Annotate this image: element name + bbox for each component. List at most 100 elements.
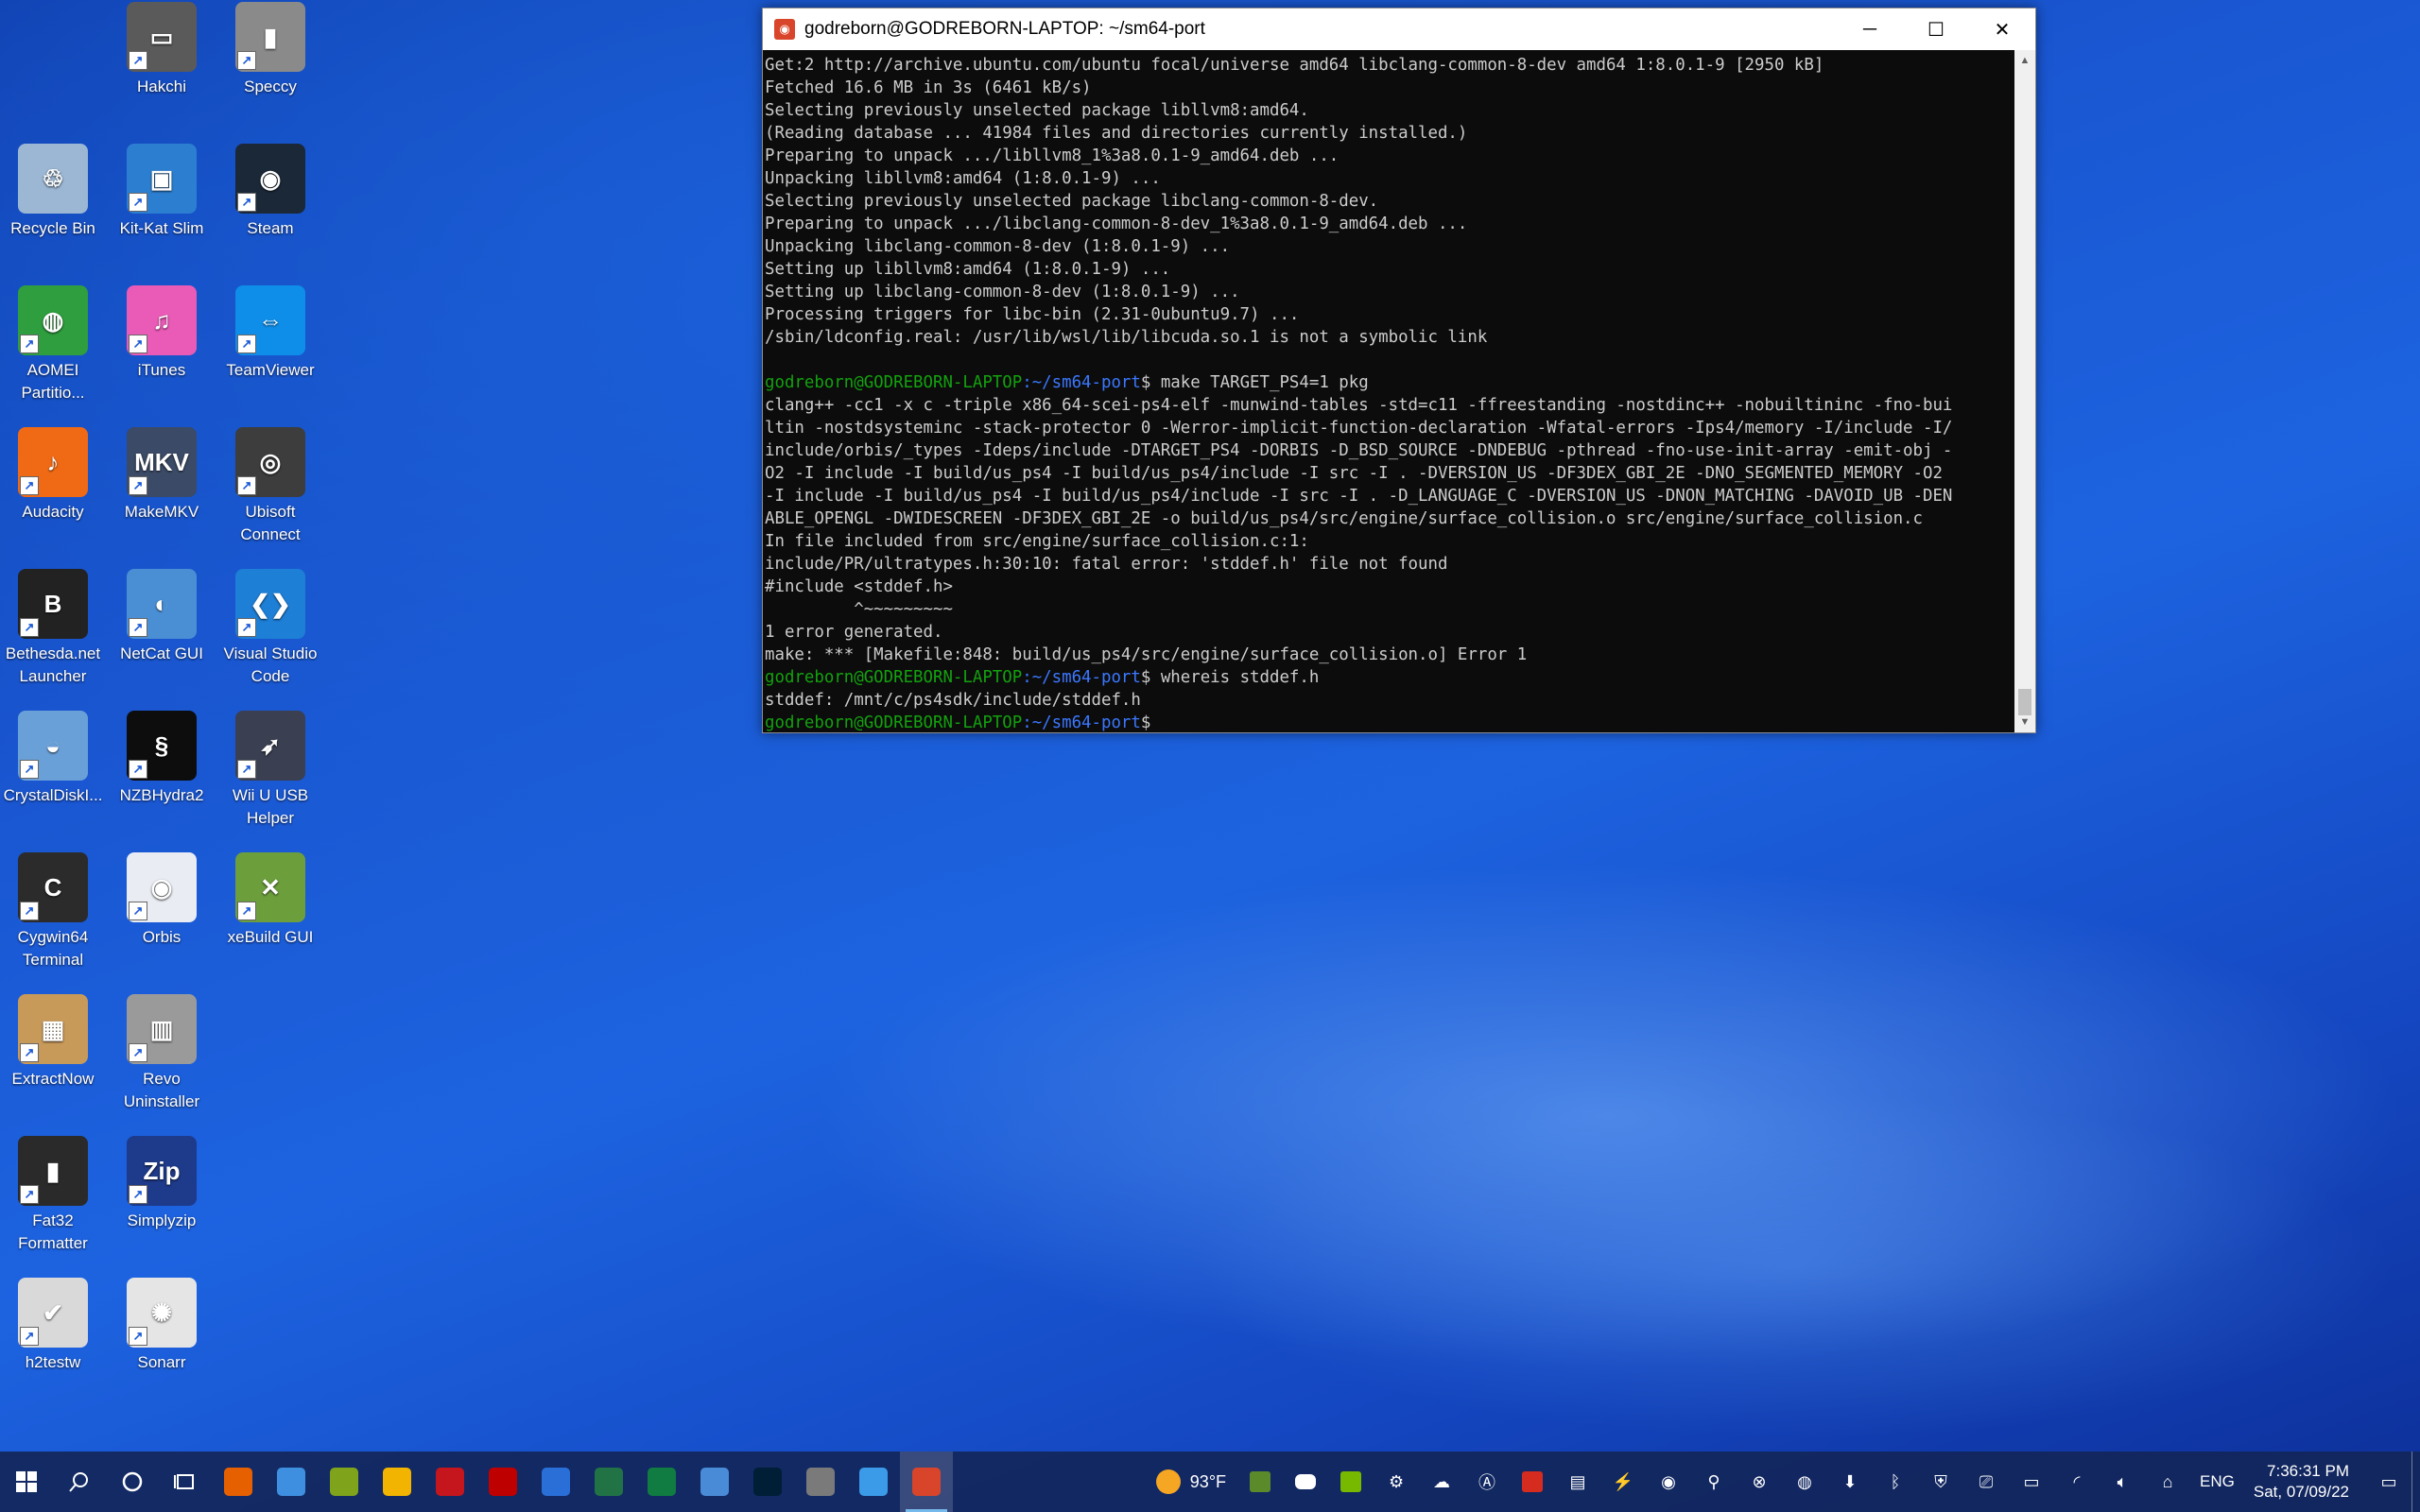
taskbar-app-green-sheet[interactable] xyxy=(635,1452,688,1512)
tray-gear-icon[interactable]: ⚙ xyxy=(1374,1452,1419,1512)
start-button[interactable] xyxy=(0,1452,53,1512)
desktop-icon-label: Ubisoft Connect xyxy=(240,503,301,543)
desktop-icon-itunes[interactable]: ♫ ↗ iTunes xyxy=(109,285,215,382)
desktop-icon-makemkv[interactable]: MKV ↗ MakeMKV xyxy=(109,427,215,524)
tray-device-icon[interactable]: ⎚ xyxy=(1963,1452,2009,1512)
tray-red-icon[interactable] xyxy=(1510,1452,1555,1512)
discord-icon[interactable] xyxy=(1283,1452,1328,1512)
app-green-sheet-icon xyxy=(648,1468,676,1496)
desktop-icon-teamviewer[interactable]: ⇔ ↗ TeamViewer xyxy=(217,285,323,382)
tray-pin-icon[interactable]: ⚲ xyxy=(1691,1452,1737,1512)
desktop-icon-orbis[interactable]: ◉ ↗ Orbis xyxy=(109,852,215,949)
download-icon[interactable]: ⬇ xyxy=(1827,1452,1873,1512)
desktop-icon-wii-u-usb-helper[interactable]: ➶ ↗ Wii U USB Helper xyxy=(217,711,323,830)
desktop-icon-sonarr[interactable]: ✺ ↗ Sonarr xyxy=(109,1278,215,1374)
taskbar-app-blue-arrow[interactable] xyxy=(847,1452,900,1512)
desktop-icon-revo-uninstaller[interactable]: ▥ ↗ Revo Uninstaller xyxy=(109,994,215,1113)
shortcut-arrow-icon: ↗ xyxy=(20,760,39,779)
taskbar-photoshop[interactable] xyxy=(741,1452,794,1512)
search-icon xyxy=(69,1472,88,1492)
taskbar-chrome[interactable] xyxy=(371,1452,424,1512)
title-bar[interactable]: ◉ godreborn@GODREBORN-LAPTOP: ~/sm64-por… xyxy=(763,9,2035,50)
taskbar-explorer[interactable] xyxy=(265,1452,318,1512)
desktop-icon-cygwin64-terminal[interactable]: C ↗ Cygwin64 Terminal xyxy=(0,852,106,971)
netcat-gui-icon: ◐ ↗ xyxy=(127,569,197,639)
desktop-icon-netcat-gui[interactable]: ◐ ↗ NetCat GUI xyxy=(109,569,215,665)
cortana-button[interactable] xyxy=(106,1452,159,1512)
task-view-icon xyxy=(174,1474,194,1489)
taskbar-app-blue-window[interactable] xyxy=(529,1452,582,1512)
task-view-button[interactable] xyxy=(159,1452,212,1512)
prompt-path: :~/sm64-port xyxy=(1022,668,1141,687)
desktop-icon-extractnow[interactable]: ▦ ↗ ExtractNow xyxy=(0,994,106,1091)
taskbar: 93°F ⚙ ☁ Ⓐ ▤ ⚡ ◉ ⚲ ⊗ ◍ ⬇ ᛒ ⛨ ⎚ ▭ ◜ 🔈︎ ⌂ … xyxy=(0,1452,2420,1512)
tray-app-icon[interactable] xyxy=(1237,1452,1283,1512)
app-blue-window-icon xyxy=(542,1468,570,1496)
excel-icon xyxy=(595,1468,623,1496)
desktop-icon-nzbhydra2[interactable]: § ↗ NZBHydra2 xyxy=(109,711,215,807)
scroll-down-arrow-icon[interactable]: ▼ xyxy=(2014,712,2035,732)
lightning-icon[interactable]: ⚡ xyxy=(1600,1452,1646,1512)
tray-a-icon[interactable]: Ⓐ xyxy=(1464,1452,1510,1512)
battery-icon[interactable]: ▭ xyxy=(2009,1452,2054,1512)
desktop-icon-label: Cygwin64 Terminal xyxy=(17,928,89,969)
desktop-icon-hakchi[interactable]: ▭ ↗ Hakchi xyxy=(109,2,215,98)
desktop-icon-fat32-formatter[interactable]: ▮ ↗ Fat32 Formatter xyxy=(0,1136,106,1255)
desktop-icon-visual-studio-code[interactable]: ❮❯ ↗ Visual Studio Code xyxy=(217,569,323,688)
scroll-up-arrow-icon[interactable]: ▲ xyxy=(2014,50,2035,71)
visual-studio-code-icon: ❮❯ ↗ xyxy=(235,569,305,639)
printer-icon[interactable]: ▤ xyxy=(1555,1452,1600,1512)
onedrive-icon[interactable]: ☁ xyxy=(1419,1452,1464,1512)
wifi-icon[interactable]: ◜ xyxy=(2054,1452,2100,1512)
weather-widget[interactable]: 93°F xyxy=(1145,1469,1237,1494)
ubuntu-terminal-icon xyxy=(912,1468,941,1496)
desktop-icon-crystaldiski[interactable]: ◒ ↗ CrystalDiskI... xyxy=(0,711,106,807)
clock[interactable]: 7:36:31 PM Sat, 07/09/22 xyxy=(2244,1461,2366,1503)
search-button[interactable] xyxy=(53,1452,106,1512)
desktop-icon-speccy[interactable]: ▮ ↗ Speccy xyxy=(217,2,323,98)
taskbar-firefox[interactable] xyxy=(212,1452,265,1512)
minimize-button[interactable]: ─ xyxy=(1837,9,1903,50)
notifications-icon[interactable]: ▭ xyxy=(2366,1452,2411,1512)
shortcut-arrow-icon: ↗ xyxy=(237,476,256,495)
taskbar-ubuntu-terminal[interactable] xyxy=(900,1452,953,1512)
shortcut-arrow-icon: ↗ xyxy=(129,1043,147,1062)
volume-icon[interactable]: 🔈︎ xyxy=(2100,1452,2145,1512)
taskbar-app-red-qt[interactable] xyxy=(424,1452,476,1512)
terminal-line: Processing triggers for libc-bin (2.31-0… xyxy=(765,305,1300,324)
desktop-icon-audacity[interactable]: ♪ ↗ Audacity xyxy=(0,427,106,524)
desktop-icon-ubisoft-connect[interactable]: ◎ ↗ Ubisoft Connect xyxy=(217,427,323,546)
bluetooth-icon[interactable]: ᛒ xyxy=(1873,1452,1918,1512)
simplyzip-icon: Zip ↗ xyxy=(127,1136,197,1206)
desktop-icon-bethesda-net-launcher[interactable]: B ↗ Bethesda.net Launcher xyxy=(0,569,106,688)
terminal-output[interactable]: Get:2 http://archive.ubuntu.com/ubuntu f… xyxy=(763,50,2014,736)
terminal-window[interactable]: ◉ godreborn@GODREBORN-LAPTOP: ~/sm64-por… xyxy=(762,8,2036,733)
usb-icon[interactable]: ⌂ xyxy=(2145,1452,2190,1512)
tray-globe-icon[interactable]: ◍ xyxy=(1782,1452,1827,1512)
app-green-gear-icon xyxy=(330,1468,358,1496)
language-indicator[interactable]: ENG xyxy=(2190,1472,2244,1491)
desktop-icon-label: Steam xyxy=(247,219,294,237)
desktop-icon-xebuild-gui[interactable]: ✕ ↗ xeBuild GUI xyxy=(217,852,323,949)
nvidia-icon[interactable] xyxy=(1328,1452,1374,1512)
desktop-icon-aomei-partitio[interactable]: ◍ ↗ AOMEI Partitio... xyxy=(0,285,106,404)
desktop-icon-kit-kat-slim[interactable]: ▣ ↗ Kit-Kat Slim xyxy=(109,144,215,240)
taskbar-app-monitor[interactable] xyxy=(688,1452,741,1512)
steam-tray-icon[interactable]: ◉ xyxy=(1646,1452,1691,1512)
taskbar-app-green-gear[interactable] xyxy=(318,1452,371,1512)
h2testw-icon: ✔ ↗ xyxy=(18,1278,88,1348)
taskbar-excel[interactable] xyxy=(582,1452,635,1512)
taskbar-calculator[interactable] xyxy=(794,1452,847,1512)
desktop-icon-recycle-bin[interactable]: ♲ Recycle Bin xyxy=(0,144,106,240)
show-desktop-button[interactable] xyxy=(2411,1452,2420,1512)
vertical-scrollbar[interactable]: ▲ ▼ xyxy=(2014,50,2035,732)
desktop-icon-simplyzip[interactable]: Zip ↗ Simplyzip xyxy=(109,1136,215,1232)
desktop-icon-steam[interactable]: ◉ ↗ Steam xyxy=(217,144,323,240)
maximize-button[interactable]: ☐ xyxy=(1903,9,1969,50)
desktop-icon-h2testw[interactable]: ✔ ↗ h2testw xyxy=(0,1278,106,1374)
shield-icon[interactable]: ⛨ xyxy=(1918,1452,1963,1512)
prompt-user: godreborn@GODREBORN-LAPTOP xyxy=(765,713,1023,732)
taskbar-filezilla[interactable] xyxy=(476,1452,529,1512)
close-button[interactable]: ✕ xyxy=(1969,9,2035,50)
xbox-icon[interactable]: ⊗ xyxy=(1737,1452,1782,1512)
